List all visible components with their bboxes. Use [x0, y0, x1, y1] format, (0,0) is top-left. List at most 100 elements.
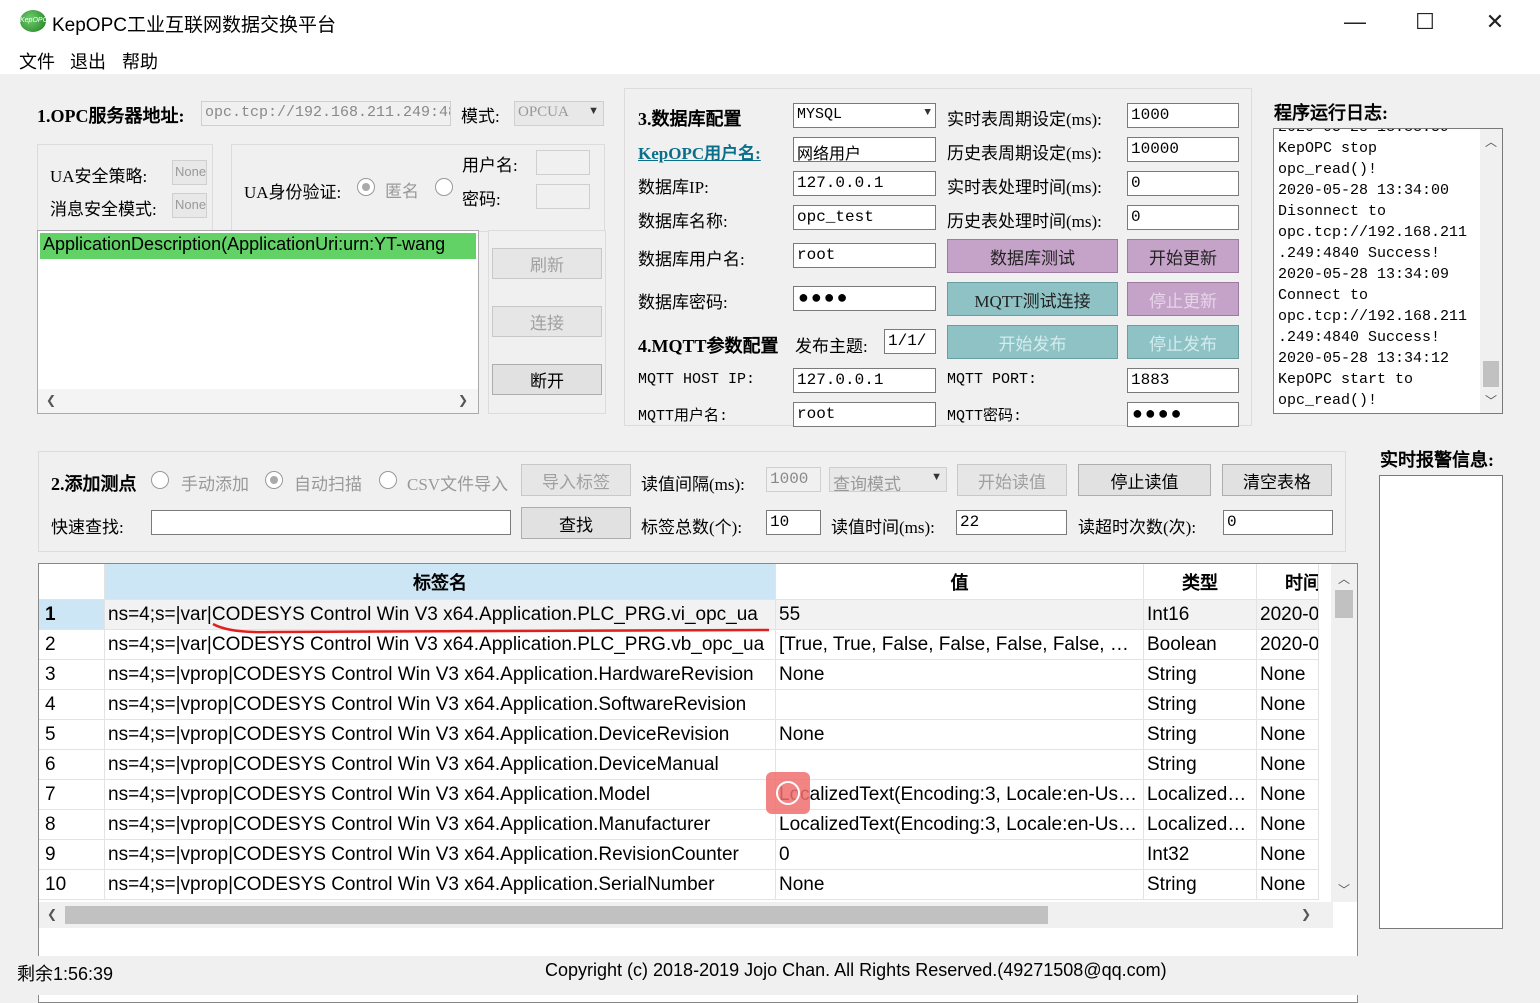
import-tags-button[interactable]: 导入标签 [521, 464, 631, 496]
scroll-left-icon[interactable]: ❮ [47, 907, 57, 921]
db-test-button[interactable]: 数据库测试 [947, 239, 1118, 273]
password-input[interactable] [536, 184, 590, 209]
row-number-cell[interactable]: 8 [39, 810, 105, 840]
table-row[interactable]: 7 ns=4;s=|vprop|CODESYS Control Win V3 x6… [39, 780, 1319, 810]
table-row[interactable]: 6 ns=4;s=|vprop|CODESYS Control Win V3 x6… [39, 750, 1319, 780]
time-cell[interactable]: None [1257, 690, 1319, 720]
disconnect-button[interactable]: 断开 [492, 364, 602, 395]
row-number-cell[interactable]: 9 [39, 840, 105, 870]
value-cell[interactable] [776, 690, 1144, 720]
read-time-input[interactable]: 22 [956, 510, 1067, 535]
history-period-input[interactable]: 10000 [1127, 137, 1239, 162]
time-cell[interactable]: None [1257, 870, 1319, 900]
search-button[interactable]: 查找 [521, 507, 631, 539]
stop-publish-button[interactable]: 停止发布 [1127, 325, 1239, 359]
tagname-cell[interactable]: ns=4;s=|vprop|CODESYS Control Win V3 x64… [105, 660, 776, 690]
row-number-cell[interactable]: 7 [39, 780, 105, 810]
mqtt-pwd-input[interactable]: ●●●● [1127, 402, 1239, 427]
type-cell[interactable]: Int32 [1144, 840, 1257, 870]
tagname-cell[interactable]: ns=4;s=|vprop|CODESYS Control Win V3 x64… [105, 750, 776, 780]
mqtt-user-input[interactable]: root [793, 402, 936, 427]
alarm-textbox[interactable] [1379, 475, 1503, 929]
scroll-up-icon[interactable]: ︿ [1485, 133, 1497, 150]
table-row[interactable]: 4 ns=4;s=|vprop|CODESYS Control Win V3 x6… [39, 690, 1319, 720]
log-scrollbar[interactable]: ︿ ﹀ [1480, 129, 1502, 413]
history-proc-input[interactable]: 0 [1127, 205, 1239, 230]
start-publish-button[interactable]: 开始发布 [947, 325, 1118, 359]
mqtt-host-input[interactable]: 127.0.0.1 [793, 368, 936, 393]
type-cell[interactable]: String [1144, 660, 1257, 690]
row-number-cell[interactable]: 4 [39, 690, 105, 720]
tagname-cell[interactable]: ns=4;s=|vprop|CODESYS Control Win V3 x64… [105, 840, 776, 870]
value-cell[interactable]: 55 [776, 600, 1144, 630]
user-auth-radio[interactable] [435, 178, 453, 196]
start-read-button[interactable]: 开始读值 [957, 464, 1067, 496]
refresh-button[interactable]: 刷新 [492, 248, 602, 279]
table-row[interactable]: 9 ns=4;s=|vprop|CODESYS Control Win V3 x6… [39, 840, 1319, 870]
tagname-cell[interactable]: ns=4;s=|vprop|CODESYS Control Win V3 x64… [105, 780, 776, 810]
time-cell[interactable]: None [1257, 810, 1319, 840]
tag-total-input[interactable]: 10 [766, 510, 821, 535]
table-row[interactable]: 3 ns=4;s=|vprop|CODESYS Control Win V3 x6… [39, 660, 1319, 690]
csv-import-radio[interactable] [379, 471, 397, 489]
type-cell[interactable]: String [1144, 720, 1257, 750]
manual-add-radio[interactable] [151, 471, 169, 489]
type-cell[interactable]: LocalizedText [1144, 810, 1257, 840]
mqtt-port-input[interactable]: 1883 [1127, 368, 1239, 393]
close-button[interactable]: ✕ [1460, 0, 1530, 44]
time-cell[interactable]: 2020-05-28 [1257, 630, 1319, 660]
realtime-period-input[interactable]: 1000 [1127, 103, 1239, 128]
scroll-right-icon[interactable]: ❯ [458, 393, 468, 407]
log-scroll-thumb[interactable] [1483, 361, 1499, 387]
topic-input[interactable]: 1/1/ [884, 329, 936, 354]
tag-data-grid[interactable]: 标签名 值 类型 时间 1 ns=4;s=|var|CODESYS Control… [38, 563, 1358, 1003]
horizontal-scrollbar[interactable]: ❮ ❯ [38, 389, 478, 413]
table-row[interactable]: 8 ns=4;s=|vprop|CODESYS Control Win V3 x6… [39, 810, 1319, 840]
time-cell[interactable]: None [1257, 720, 1319, 750]
row-number-cell[interactable]: 10 [39, 870, 105, 900]
table-row[interactable]: 10 ns=4;s=|vprop|CODESYS Control Win V3 x… [39, 870, 1319, 900]
clear-table-button[interactable]: 清空表格 [1222, 464, 1332, 496]
tagname-cell[interactable]: ns=4;s=|vprop|CODESYS Control Win V3 x64… [105, 690, 776, 720]
column-header-type[interactable]: 类型 [1144, 564, 1257, 600]
start-update-button[interactable]: 开始更新 [1127, 239, 1239, 273]
grid-vertical-scrollbar[interactable]: ︿ ﹀ [1331, 564, 1357, 902]
time-cell[interactable]: None [1257, 780, 1319, 810]
tagname-cell[interactable]: ns=4;s=|vprop|CODESYS Control Win V3 x64… [105, 810, 776, 840]
mode-select[interactable]: OPCUA ▼ [514, 101, 604, 126]
log-textbox[interactable]: 2020-05-28 13:33:59 KepOPC stop opc_read()… [1273, 128, 1503, 414]
value-cell[interactable]: LocalizedText(Encoding:3, Locale:en-Us, … [776, 780, 1144, 810]
row-number-cell[interactable]: 3 [39, 660, 105, 690]
row-number-cell[interactable]: 6 [39, 750, 105, 780]
scroll-down-icon[interactable]: ﹀ [1485, 392, 1497, 409]
connect-button[interactable]: 连接 [492, 306, 602, 337]
time-cell[interactable]: None [1257, 840, 1319, 870]
value-cell[interactable]: None [776, 720, 1144, 750]
column-header-value[interactable]: 值 [776, 564, 1144, 600]
grid-vscroll-thumb[interactable] [1335, 590, 1353, 618]
scroll-right-icon[interactable]: ❯ [1301, 907, 1311, 921]
kep-user-input[interactable]: 网络用户 [793, 137, 936, 162]
search-input[interactable] [151, 510, 511, 535]
row-number-cell[interactable]: 2 [39, 630, 105, 660]
time-cell[interactable]: None [1257, 750, 1319, 780]
column-header-tagname[interactable]: 标签名 [105, 564, 776, 600]
row-number-cell[interactable]: 5 [39, 720, 105, 750]
db-type-select[interactable]: MYSQL ▼ [793, 103, 936, 128]
type-cell[interactable]: String [1144, 750, 1257, 780]
value-cell[interactable]: 0 [776, 840, 1144, 870]
time-cell[interactable]: None [1257, 660, 1319, 690]
table-row[interactable]: 5 ns=4;s=|vprop|CODESYS Control Win V3 x6… [39, 720, 1319, 750]
msg-mode-select[interactable]: None [172, 193, 207, 218]
timeout-input[interactable]: 0 [1223, 510, 1333, 535]
scroll-down-icon[interactable]: ﹀ [1338, 881, 1350, 898]
menu-exit[interactable]: 退出 [70, 48, 106, 74]
type-cell[interactable]: String [1144, 870, 1257, 900]
grid-hscroll-thumb[interactable] [65, 906, 1048, 924]
menu-file[interactable]: 文件 [19, 48, 55, 74]
stop-read-button[interactable]: 停止读值 [1078, 464, 1211, 496]
scroll-up-icon[interactable]: ︿ [1338, 570, 1350, 587]
time-cell[interactable]: 2020-05-28 [1257, 600, 1319, 630]
row-number-cell[interactable]: 1 [39, 600, 105, 630]
maximize-button[interactable]: ☐ [1390, 0, 1460, 44]
